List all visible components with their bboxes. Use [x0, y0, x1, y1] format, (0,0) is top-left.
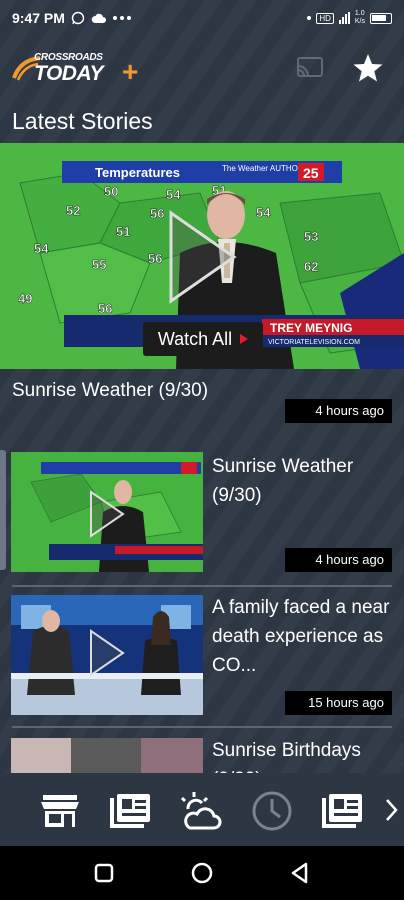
more-notifications-icon [112, 16, 131, 20]
temp-label: 53 [304, 229, 318, 244]
video-banner-text: Temperatures [95, 165, 180, 180]
network-speed: 1.0 K/s [354, 10, 365, 25]
story-thumbnail [11, 738, 203, 778]
nav-item-news[interactable] [108, 789, 152, 833]
temp-label: 54 [34, 241, 49, 256]
story-time-badge: 15 hours ago [285, 691, 392, 715]
back-icon[interactable] [288, 861, 312, 885]
presenter-name-text: TREY MEYNIG [270, 321, 352, 335]
hero-story-title[interactable]: Sunrise Weather (9/30) [12, 380, 208, 402]
temp-label: 52 [66, 203, 80, 218]
site-text: VICTORIATELEVISION.COM [268, 339, 360, 346]
favorite-star-icon[interactable] [352, 52, 384, 84]
temp-label: 56 [150, 206, 164, 221]
notification-dot-icon [307, 16, 312, 20]
news-icon [110, 794, 150, 828]
play-arrow-icon [240, 334, 249, 344]
story-item[interactable]: Sunrise Weather (9/30) 4 hours ago [0, 452, 404, 582]
weather-icon [180, 792, 222, 830]
temp-label: 54 [256, 205, 271, 220]
watch-all-button[interactable]: Watch All [143, 322, 263, 356]
whatsapp-icon [71, 11, 85, 25]
story-item[interactable]: A family faced a near death experience a… [0, 595, 404, 725]
temp-label: 55 [92, 257, 106, 272]
separator [12, 585, 392, 587]
temp-label: 50 [104, 184, 118, 199]
hero-time-badge: 4 hours ago [285, 399, 392, 423]
status-time: 9:47 PM [12, 10, 65, 26]
story-thumbnail [11, 595, 203, 715]
recent-apps-icon[interactable] [92, 861, 116, 885]
nav-item-weather[interactable] [180, 789, 224, 833]
cast-icon[interactable] [296, 56, 324, 78]
video-channel-text: 25 [303, 165, 319, 181]
battery-icon [370, 12, 392, 24]
system-navigation-bar [0, 846, 404, 900]
story-title: Sunrise Weather (9/30) [212, 456, 354, 506]
bottom-navigation [0, 773, 404, 846]
temp-label: 54 [166, 187, 181, 202]
signal-icon [338, 12, 350, 24]
temp-label: 56 [148, 251, 162, 266]
nav-item-clock[interactable] [250, 789, 294, 833]
news-icon-2 [322, 794, 362, 828]
app-header: CROSSROADS TODAY + [0, 40, 404, 96]
chevron-right-icon[interactable] [382, 795, 402, 825]
status-bar: 9:47 PM HD 1.0 K/s [0, 0, 404, 36]
crossroads-today-logo[interactable]: CROSSROADS TODAY + [12, 50, 152, 90]
home-icon[interactable] [190, 861, 214, 885]
story-thumbnail [11, 452, 203, 572]
nav-item-store[interactable] [38, 789, 82, 833]
section-title: Latest Stories [12, 108, 153, 134]
hd-signal-icon: HD [316, 12, 334, 24]
app-root: 9:47 PM HD 1.0 K/s CROSSROADS TODAY + La… [0, 0, 404, 846]
logo-line2: TODAY [34, 62, 104, 85]
play-icon[interactable] [168, 210, 238, 304]
store-icon [41, 795, 79, 827]
temp-label: 56 [98, 301, 112, 316]
nav-item-news-2[interactable] [320, 789, 364, 833]
story-title: Sunrise Birthdays (9/30) [212, 740, 361, 778]
temp-label: 49 [18, 291, 32, 306]
clock-icon [252, 791, 292, 831]
logo-plus: + [122, 56, 139, 87]
story-time-badge: 4 hours ago [285, 548, 392, 572]
watch-all-label: Watch All [157, 328, 233, 349]
story-item[interactable]: Sunrise Birthdays (9/30) [0, 738, 404, 778]
cloud-icon [91, 13, 106, 23]
temp-label: 62 [304, 259, 318, 274]
story-title: A family faced a near death experience a… [212, 597, 390, 676]
temp-label: 51 [116, 224, 130, 239]
separator [12, 726, 392, 728]
